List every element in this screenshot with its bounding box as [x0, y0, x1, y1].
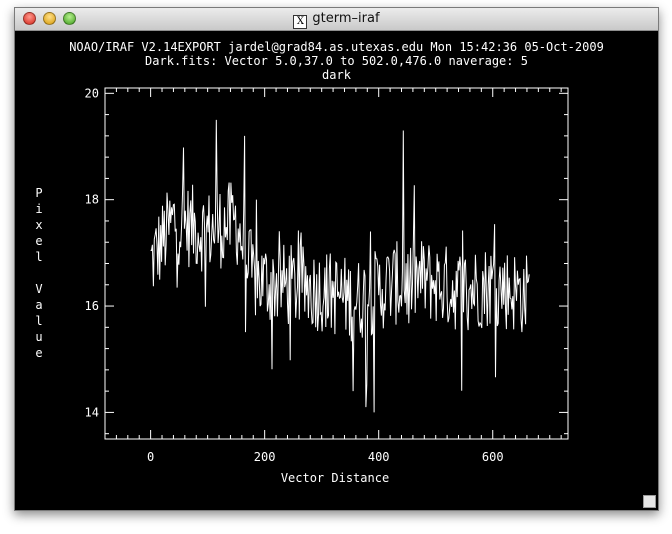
x-axis-label: Vector Distance: [281, 471, 389, 485]
y-tick-label: 16: [85, 299, 99, 313]
gterm-window: Xgterm–iraf NOAO/IRAF V2.14EXPORT jardel…: [14, 7, 659, 511]
x-tick-label: 0: [147, 450, 154, 464]
x-tick-label: 200: [254, 450, 276, 464]
window-title-wrap: Xgterm–iraf: [15, 11, 658, 29]
plot-canvas: 0 200 400 600 14 16 18 20 Vector Distance Pixel…: [35, 86, 569, 485]
y-tick-label: 18: [85, 193, 99, 207]
window-title: gterm–iraf: [312, 11, 380, 26]
x-tick-label: 400: [368, 450, 390, 464]
x11-icon: X: [293, 15, 308, 29]
y-axis-label: PixelValue: [35, 186, 42, 360]
y-tick-label: 20: [85, 86, 99, 100]
x-tick-label: 600: [482, 450, 504, 464]
series-line: [150, 119, 530, 413]
title-bar[interactable]: Xgterm–iraf: [15, 8, 658, 31]
resize-grip[interactable]: [643, 495, 656, 508]
graphics-area: NOAO/IRAF V2.14EXPORT jardel@grad84.as.u…: [15, 31, 658, 510]
y-tick-label: 14: [85, 405, 99, 419]
